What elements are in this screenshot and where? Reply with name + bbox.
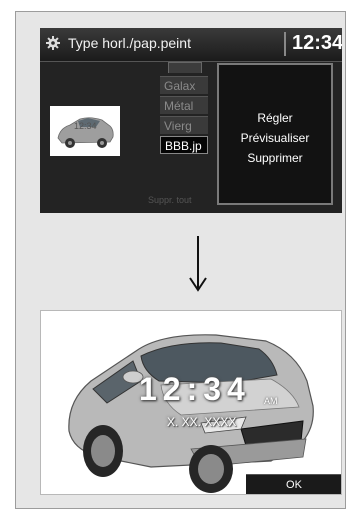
- clock-display: 12:34: [292, 32, 342, 54]
- list-item-galaxy[interactable]: Galax: [160, 76, 208, 94]
- wallpaper-clock: 12:34: [139, 371, 251, 407]
- list-item-metal[interactable]: Métal: [160, 96, 208, 114]
- ok-button[interactable]: OK: [246, 474, 341, 494]
- wallpaper-date: X. XX. XXXX: [167, 415, 237, 429]
- list-item-vierge[interactable]: Vierg: [160, 116, 208, 134]
- list-item-selected-file[interactable]: BBB.jp: [160, 136, 208, 154]
- list-tab[interactable]: [168, 62, 202, 73]
- menu-item-delete[interactable]: Supprimer: [219, 151, 331, 165]
- ampm-label: AM: [264, 396, 278, 406]
- wallpaper-preview-screen: 12:34 AM X. XX. XXXX OK: [40, 310, 342, 495]
- menu-item-preview[interactable]: Prévisualiser: [219, 131, 331, 145]
- clock-box: 12:34: [284, 32, 342, 56]
- header-bar: Type horl./pap.peint 12:34: [40, 28, 342, 62]
- thumbnail-clock: 12:34: [74, 121, 97, 131]
- arrow-down-icon: [189, 236, 207, 292]
- wallpaper-list-screen: Type horl./pap.peint 12:34 Galax Métal V…: [40, 28, 342, 213]
- menu-item-set[interactable]: Régler: [219, 111, 331, 125]
- car-thumbnail-image: [57, 117, 114, 148]
- delete-all-button[interactable]: Suppr. tout: [148, 195, 218, 209]
- options-popup-menu: Régler Prévisualiser Supprimer: [217, 63, 333, 205]
- wallpaper-thumbnail: 12:34: [50, 106, 120, 156]
- gear-icon: [46, 36, 60, 50]
- screen-title: Type horl./pap.peint: [68, 35, 191, 51]
